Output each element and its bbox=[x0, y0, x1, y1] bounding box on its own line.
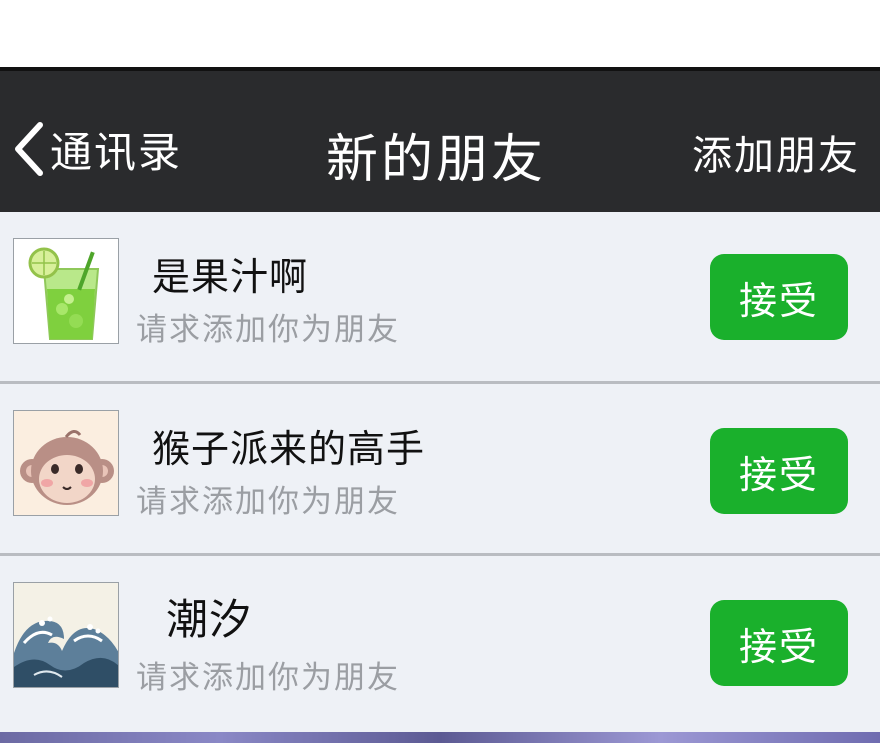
accept-button[interactable]: 接受 bbox=[710, 428, 848, 514]
add-friend-button[interactable]: 添加朋友 bbox=[692, 123, 860, 181]
ocean-wave-icon bbox=[14, 583, 118, 687]
avatar[interactable] bbox=[13, 410, 119, 516]
request-message: 请求添加你为朋友 bbox=[136, 484, 400, 520]
accept-button[interactable]: 接受 bbox=[710, 254, 848, 340]
friend-request-list: 是果汁啊 请求添加你为朋友 接受 猴子派来的高手 请求添加你为朋友 接受 潮汐 … bbox=[0, 212, 880, 732]
friend-name: 潮汐 bbox=[166, 595, 253, 644]
friend-name: 是果汁啊 bbox=[152, 255, 309, 299]
avatar[interactable] bbox=[13, 238, 119, 344]
navigation-bar: 通讯录 新的朋友 添加朋友 bbox=[0, 67, 880, 212]
request-message: 请求添加你为朋友 bbox=[136, 660, 400, 696]
accept-button[interactable]: 接受 bbox=[710, 600, 848, 686]
friend-request-row: 潮汐 请求添加你为朋友 接受 bbox=[0, 556, 880, 732]
top-margin bbox=[0, 0, 880, 67]
friend-request-row: 是果汁啊 请求添加你为朋友 接受 bbox=[0, 212, 880, 384]
avatar[interactable] bbox=[13, 582, 119, 688]
request-message: 请求添加你为朋友 bbox=[136, 312, 400, 348]
green-juice-drink-icon bbox=[14, 239, 118, 343]
friend-request-row: 猴子派来的高手 请求添加你为朋友 接受 bbox=[0, 384, 880, 556]
monkey-face-icon bbox=[14, 411, 118, 515]
bottom-decorative-strip bbox=[0, 732, 880, 743]
friend-name: 猴子派来的高手 bbox=[152, 427, 426, 471]
